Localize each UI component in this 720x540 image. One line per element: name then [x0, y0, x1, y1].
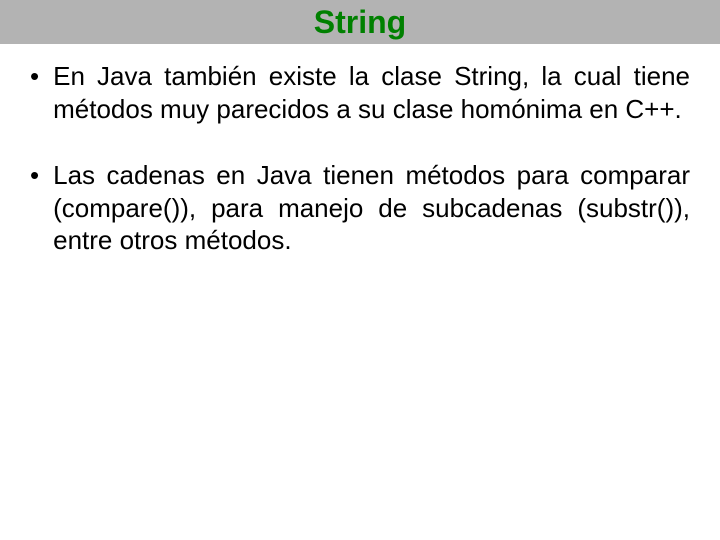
bullet-text: En Java también existe la clase String, …: [53, 60, 690, 125]
slide-body: • En Java también existe la clase String…: [0, 44, 720, 257]
bullet-text: Las cadenas en Java tienen métodos para …: [53, 159, 690, 257]
list-item: • Las cadenas en Java tienen métodos par…: [30, 159, 690, 257]
list-item: • En Java también existe la clase String…: [30, 60, 690, 125]
bullet-icon: •: [30, 159, 53, 257]
slide-title: String: [314, 4, 406, 41]
title-bar: String: [0, 0, 720, 44]
bullet-icon: •: [30, 60, 53, 125]
